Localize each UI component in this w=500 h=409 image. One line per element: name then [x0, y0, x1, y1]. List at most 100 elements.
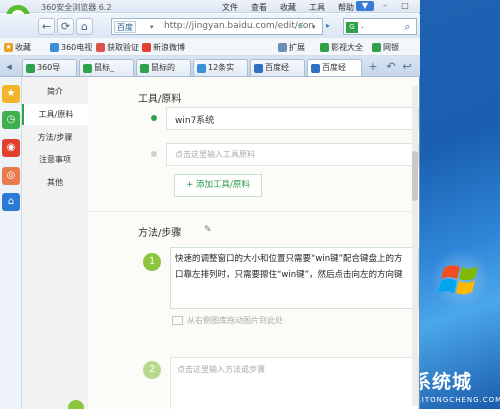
step-number-1: 1 — [143, 253, 161, 271]
tab-mouse-1[interactable]: 鼠标_ — [79, 59, 134, 76]
tab-mouse-2[interactable]: 鼠标的 — [136, 59, 191, 76]
tab-favicon-icon — [83, 64, 92, 73]
tab-baidu-jingyan-1[interactable]: 百度经 — [250, 59, 305, 76]
page-scrollbar[interactable] — [412, 86, 418, 406]
menu-favorites[interactable]: 收藏 — [280, 2, 296, 13]
watermark-subtitle: XITONGCHENG.COM — [416, 396, 500, 404]
weibo-icon — [142, 43, 151, 52]
tool-item-value: win7系统 — [175, 116, 215, 126]
tool-item-input[interactable]: 点击这里输入工具原料 — [166, 143, 419, 166]
sidebar-rail: ★ ◷ ◉ ◎ ⌂ — [0, 77, 22, 409]
nav-item-intro[interactable]: 简介 — [22, 81, 88, 102]
refresh-icon: ⟳ — [60, 20, 71, 33]
browser-window: 360安全浏览器 6.2 文件 查看 收藏 工具 帮助 ▼ – □ ← ⟳ ⌂ … — [0, 0, 420, 409]
tab-list-icon[interactable]: ◂ — [2, 59, 16, 75]
step-2-editor[interactable]: 点击这里输入方法或步骤 — [170, 357, 419, 409]
address-bar[interactable]: 百度 ▾ http://jingyan.baidu.com/edit/con ⚡… — [111, 18, 323, 35]
tab-12-tips[interactable]: 12条实 — [193, 59, 248, 76]
step-1-text: 快速的调整窗口的大小和位置只需要“win键”配合键盘上的方 口靠左排列时，只需要… — [175, 254, 403, 280]
grid-icon — [278, 43, 287, 52]
tab-favicon-icon — [197, 64, 206, 73]
download-sidebar-icon[interactable]: ◎ — [2, 167, 20, 185]
maximize-button[interactable]: □ — [396, 1, 414, 11]
favorites-star-icon[interactable]: ★ — [2, 85, 20, 103]
tab-favicon-icon — [254, 64, 263, 73]
windows-logo-icon — [431, 249, 491, 309]
add-tool-button[interactable]: + 添加工具/原料 — [174, 174, 262, 197]
steps-heading: 方法/步骤 — [138, 228, 182, 239]
feedback-icon[interactable] — [68, 400, 84, 409]
search-icon[interactable]: ⌕ — [401, 20, 414, 33]
bookmark-verify[interactable]: 获取验证 — [96, 42, 139, 53]
home-button[interactable]: ⌂ — [76, 18, 93, 35]
url-text[interactable]: http://jingyan.baidu.com/edit/con — [164, 21, 314, 31]
tab-favicon-icon — [26, 64, 35, 73]
menu-tools[interactable]: 工具 — [309, 2, 325, 13]
tab-favicon-icon — [140, 64, 149, 73]
undo-close-icon[interactable]: ↩ — [400, 59, 414, 75]
bookmark-favorites[interactable]: ★ 收藏 — [4, 42, 31, 53]
window-controls: ▼ – □ — [356, 1, 414, 11]
bookmark-360tv[interactable]: 360电视 — [50, 42, 92, 53]
section-nav: 简介 工具/原料 方法/步骤 注意事项 其他 — [22, 77, 88, 409]
nav-item-steps[interactable]: 方法/步骤 — [22, 127, 88, 148]
minimize-button[interactable]: – — [376, 1, 394, 11]
tab-360-nav[interactable]: 360导 — [22, 59, 77, 76]
step-number-2: 2 — [143, 361, 161, 379]
nav-item-notes[interactable]: 注意事项 — [22, 149, 88, 170]
step-1-editor[interactable]: 快速的调整窗口的大小和位置只需要“win键”配合键盘上的方 口靠左排列时，只需要… — [170, 247, 419, 309]
search-engine-icon[interactable]: G — [346, 22, 358, 33]
skin-button[interactable]: ▼ — [356, 1, 374, 11]
tool-bullet-empty — [151, 151, 157, 157]
tool-bullet — [151, 115, 157, 121]
navigation-bar: ← ⟳ ⌂ 百度 ▾ http://jingyan.baidu.com/edit… — [0, 14, 420, 38]
weibo-sidebar-icon[interactable]: ◉ — [2, 139, 20, 157]
app-title: 360安全浏览器 6.2 — [41, 3, 112, 12]
address-dropdown-icon[interactable]: ▾ — [312, 21, 316, 33]
menu-file[interactable]: 文件 — [222, 2, 238, 13]
lightning-icon[interactable]: ⚡ — [298, 21, 308, 33]
bookmark-movies[interactable]: 影视大全 — [320, 42, 363, 53]
movie-icon — [320, 43, 329, 52]
new-tab-button[interactable]: + — [366, 59, 380, 75]
step-2-placeholder: 点击这里输入方法或步骤 — [177, 365, 265, 374]
tab-favicon-icon — [311, 64, 320, 73]
tab-baidu-jingyan-2[interactable]: 百度经 — [307, 59, 362, 76]
scrollbar-thumb[interactable] — [412, 151, 418, 201]
chevron-down-icon[interactable]: ▾ — [150, 21, 160, 33]
search-input[interactable]: . — [361, 21, 364, 31]
search-box[interactable]: G . ⌕ — [343, 18, 417, 35]
history-clock-icon[interactable]: ◷ — [2, 111, 20, 129]
image-icon — [172, 316, 183, 325]
refresh-button[interactable]: ⟳ — [57, 18, 74, 35]
image-drop-hint: 从右侧图库拖动图片到此处 — [172, 315, 283, 326]
engine-toggle-icon[interactable]: ▸ — [326, 21, 339, 33]
edit-pencil-icon[interactable]: ✎ — [204, 225, 212, 235]
bookmark-extensions[interactable]: 扩展 — [278, 42, 305, 53]
home-icon: ⌂ — [81, 20, 88, 33]
tv-icon — [50, 43, 59, 52]
desktop-background — [418, 0, 500, 409]
bookmark-ebank[interactable]: 网银 — [372, 42, 399, 53]
bookmarks-bar: ★ 收藏 360电视 获取验证 新浪微博 扩展 影视大全 网银 — [0, 38, 420, 56]
tool-placeholder: 点击这里输入工具原料 — [175, 150, 255, 159]
shield-icon — [372, 43, 381, 52]
section-divider — [88, 211, 419, 212]
bookmark-weibo[interactable]: 新浪微博 — [142, 42, 185, 53]
verify-icon — [96, 43, 105, 52]
editor-main: 工具/原料 win7系统 点击这里输入工具原料 + 添加工具/原料 方法/步骤 … — [88, 77, 419, 409]
tool-item-field[interactable]: win7系统 — [166, 107, 419, 130]
site-badge[interactable]: 百度 — [114, 21, 136, 33]
nav-item-other[interactable]: 其他 — [22, 172, 88, 193]
app-sidebar-icon[interactable]: ⌂ — [2, 193, 20, 211]
page-content: 简介 工具/原料 方法/步骤 注意事项 其他 工具/原料 win7系统 点击这里… — [22, 77, 419, 409]
restore-tab-icon[interactable]: ↶ — [384, 59, 398, 75]
tools-heading: 工具/原料 — [138, 94, 182, 105]
menu-view[interactable]: 查看 — [251, 2, 267, 13]
star-icon: ★ — [4, 43, 13, 52]
tab-strip: ◂ 360导 鼠标_ 鼠标的 12条实 百度经 百度经 + ↶ ↩ — [0, 56, 420, 77]
nav-item-tools[interactable]: 工具/原料 — [22, 104, 88, 125]
menu-help[interactable]: 帮助 — [338, 2, 354, 13]
title-bar: 360安全浏览器 6.2 文件 查看 收藏 工具 帮助 ▼ – □ — [0, 0, 420, 13]
back-button[interactable]: ← — [38, 18, 55, 35]
